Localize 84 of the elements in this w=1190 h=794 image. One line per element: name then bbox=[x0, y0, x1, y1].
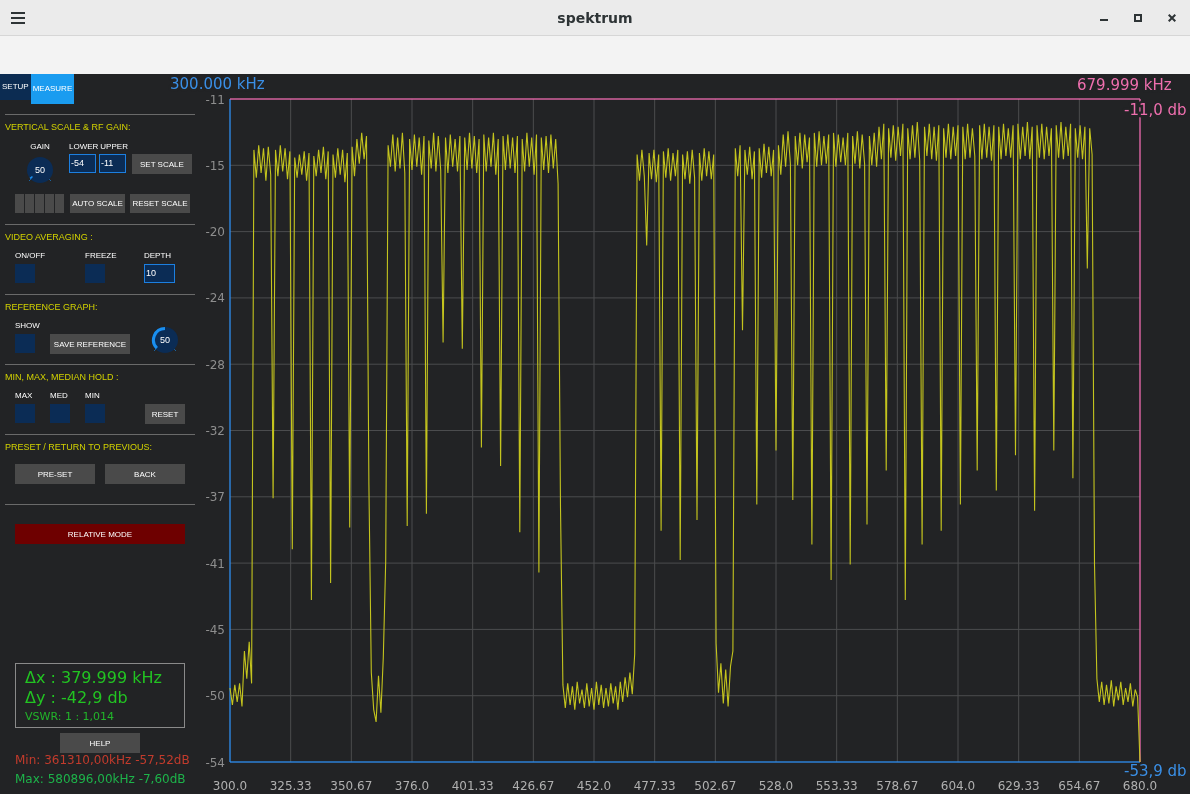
control-label: MED bbox=[50, 390, 69, 402]
marker-line[interactable] bbox=[230, 761, 1140, 763]
minimize-icon[interactable] bbox=[1100, 19, 1108, 21]
delta-x-readout: Δx : 379.999 kHz bbox=[25, 668, 163, 688]
level-marker-label: -53,9 db bbox=[1124, 762, 1187, 780]
axis-tick-label: 426.67 bbox=[512, 779, 555, 793]
control-label: DEPTH bbox=[144, 250, 173, 262]
axis-tick-label: -11 bbox=[205, 92, 225, 107]
axis-tick-label: 325.33 bbox=[269, 779, 312, 793]
preset-button[interactable]: PRE-SET bbox=[15, 464, 95, 484]
close-icon[interactable] bbox=[1168, 13, 1176, 22]
control-label: SHOW bbox=[15, 320, 41, 332]
axis-tick-label: 477.33 bbox=[633, 779, 676, 793]
axis-tick-label: -28 bbox=[205, 357, 225, 372]
control-label: LOWER bbox=[69, 141, 99, 153]
toggle-box[interactable] bbox=[15, 334, 35, 353]
axis-tick-label: -45 bbox=[205, 622, 225, 637]
toggle-box[interactable] bbox=[85, 264, 105, 283]
section-heading: MIN, MAX, MEDIAN HOLD : bbox=[5, 371, 120, 383]
window-title: spektrum bbox=[557, 9, 633, 26]
control-label: FREEZE bbox=[85, 250, 118, 262]
axis-tick-label: -20 bbox=[205, 225, 225, 240]
control-label: MIN bbox=[85, 390, 101, 402]
save-reference-button[interactable]: SAVE REFERENCE bbox=[50, 334, 130, 354]
menu-icon[interactable] bbox=[11, 11, 25, 24]
control-label: ON/OFF bbox=[15, 250, 47, 262]
delta-y-readout: Δy : -42,9 db bbox=[25, 688, 129, 708]
help-button[interactable]: HELP bbox=[60, 733, 140, 753]
axis-tick-label: -50 bbox=[205, 689, 225, 704]
axis-tick-label: -32 bbox=[205, 424, 225, 438]
reset-button[interactable]: RESET bbox=[145, 404, 185, 424]
axis-tick-label: 553.33 bbox=[815, 779, 858, 793]
control-label: UPPER bbox=[100, 141, 128, 153]
auto-scale-button[interactable]: AUTO SCALE bbox=[70, 194, 125, 213]
axis-tick-label: -41 bbox=[205, 556, 225, 571]
axis-tick-label: 578.67 bbox=[876, 779, 919, 793]
step-button[interactable] bbox=[55, 194, 64, 213]
axis-tick-label: -54 bbox=[205, 755, 225, 770]
maximize-icon[interactable] bbox=[1134, 13, 1142, 22]
frequency-marker-label: 679.999 kHz bbox=[1077, 76, 1172, 94]
step-button[interactable] bbox=[35, 194, 44, 213]
input-field[interactable]: -11 bbox=[99, 154, 126, 173]
axis-tick-label: 604.0 bbox=[940, 779, 976, 793]
input-field[interactable]: 10 bbox=[144, 264, 175, 283]
axis-tick-label: 452.0 bbox=[576, 779, 612, 793]
control-label: GAIN bbox=[30, 141, 50, 153]
section-heading: REFERENCE GRAPH: bbox=[5, 301, 99, 313]
max-readout: Max: 580896,00kHz -7,60dB bbox=[15, 772, 187, 786]
toggle-box[interactable] bbox=[15, 264, 35, 283]
reset-scale-button[interactable]: RESET SCALE bbox=[130, 194, 190, 213]
axis-tick-label: 629.33 bbox=[997, 779, 1040, 793]
axis-tick-label: 654.67 bbox=[1058, 779, 1101, 793]
marker-line[interactable] bbox=[230, 98, 1140, 100]
toggle-box[interactable] bbox=[85, 404, 105, 423]
back-button[interactable]: BACK bbox=[105, 464, 185, 484]
section-heading: VERTICAL SCALE & RF GAIN: bbox=[5, 121, 132, 133]
relative-mode-button[interactable]: RELATIVE MODE bbox=[15, 524, 185, 544]
marker-line[interactable] bbox=[229, 99, 231, 762]
gain-knob[interactable]: 50 bbox=[25, 155, 55, 185]
axis-tick-label: 376.0 bbox=[394, 779, 430, 793]
reference-knob[interactable]: 50 bbox=[150, 325, 180, 355]
min-readout: Min: 361310,00kHz -57,52dB bbox=[15, 753, 191, 767]
toggle-box[interactable] bbox=[50, 404, 70, 423]
frequency-marker-label: 300.000 kHz bbox=[170, 75, 265, 93]
tab[interactable]: SETUP bbox=[0, 74, 31, 100]
step-button[interactable] bbox=[45, 194, 54, 213]
axis-tick-label: 350.67 bbox=[330, 779, 373, 793]
control-label: MAX bbox=[15, 390, 34, 402]
set-scale-button[interactable]: SET SCALE bbox=[131, 154, 192, 174]
step-button[interactable] bbox=[25, 194, 34, 213]
vswr-readout: VSWR: 1 : 1,014 bbox=[25, 709, 116, 725]
axis-tick-label: 401.33 bbox=[451, 779, 494, 793]
axis-tick-label: 680.0 bbox=[1122, 779, 1158, 793]
axis-tick-label: 300.0 bbox=[212, 779, 248, 793]
axis-tick-label: 502.67 bbox=[694, 779, 737, 793]
axis-tick-label: 528.0 bbox=[758, 779, 794, 793]
axis-tick-label: -37 bbox=[205, 490, 225, 505]
input-field[interactable]: -54 bbox=[69, 154, 96, 173]
axis-tick-label: -15 bbox=[205, 158, 225, 173]
step-button[interactable] bbox=[15, 194, 24, 213]
section-heading: VIDEO AVERAGING : bbox=[5, 231, 94, 243]
axis-tick-label: -24 bbox=[205, 291, 225, 306]
toggle-box[interactable] bbox=[15, 404, 35, 423]
section-heading: PRESET / RETURN TO PREVIOUS: bbox=[5, 441, 154, 453]
